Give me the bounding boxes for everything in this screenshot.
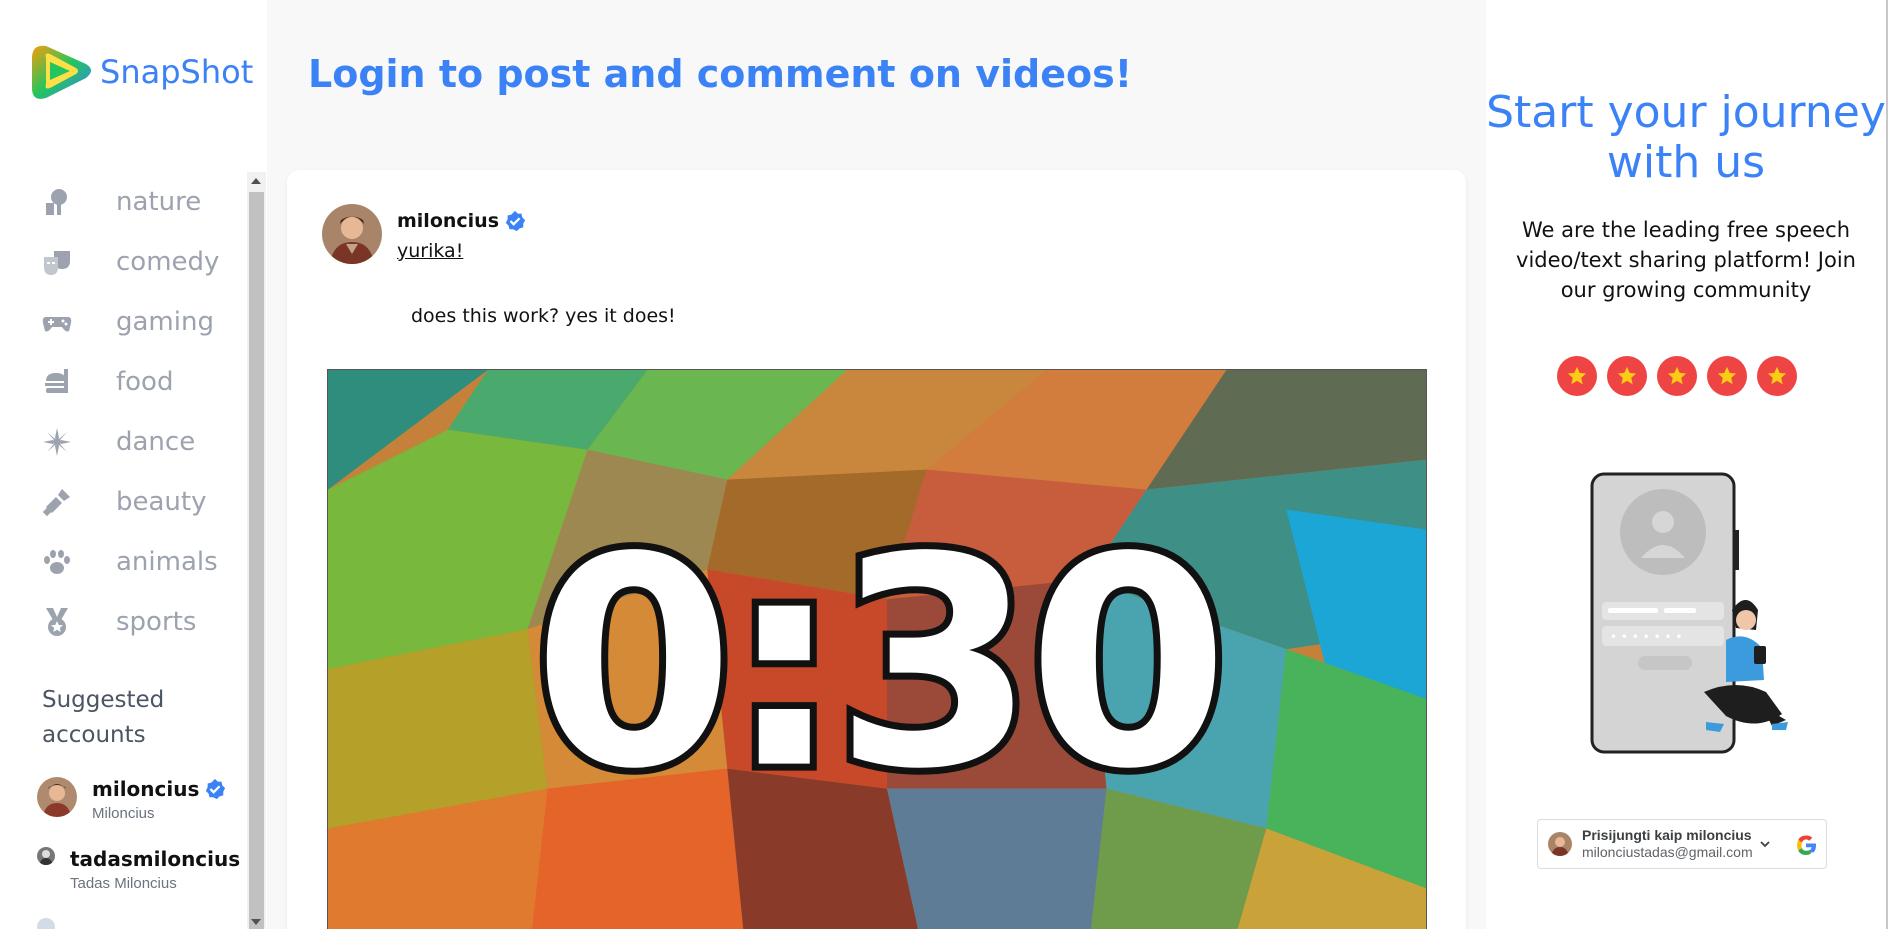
snapshot-logo-icon [32, 45, 91, 99]
rating-stars [1557, 356, 1807, 396]
tree-icon [46, 189, 67, 215]
google-signin-label: Prisijungti kaip miloncius [1582, 827, 1752, 843]
category-label: sports [116, 607, 197, 637]
google-account-avatar [1548, 832, 1572, 856]
phone-illustration: • • • • • • • [1590, 472, 1788, 754]
gamepad-icon [42, 317, 72, 332]
logo[interactable]: SnapShot [26, 36, 253, 108]
suggested-account-partial[interactable] [37, 918, 55, 929]
disco-ball-icon [43, 428, 71, 456]
category-dance[interactable]: dance [0, 412, 247, 472]
paw-icon [44, 550, 70, 574]
verified-badge-icon [206, 778, 226, 800]
account-display-name: Miloncius [92, 805, 155, 822]
account-display-name: Tadas Miloncius [70, 875, 177, 892]
category-gaming[interactable]: gaming [0, 292, 247, 352]
promo-title: Start your journey with us [1486, 87, 1886, 188]
scroll-thumb[interactable] [249, 192, 264, 929]
post-card: miloncius yurika! does this work? yes it… [287, 170, 1466, 929]
google-signin-email: milonciustadas@gmail.com [1582, 844, 1753, 860]
rating-star-icon [1707, 356, 1747, 396]
category-sports[interactable]: sports [0, 592, 247, 652]
category-animals[interactable]: animals [0, 532, 247, 592]
category-label: dance [116, 427, 196, 457]
post-topic-link[interactable]: yurika! [397, 240, 526, 262]
category-label: gaming [116, 307, 214, 337]
rating-star-icon [1557, 356, 1597, 396]
video-player[interactable]: 0:30 [327, 369, 1427, 929]
avatar [37, 777, 77, 817]
category-beauty[interactable]: beauty [0, 472, 247, 532]
google-signin-button[interactable]: Prisijungti kaip miloncius milonciustada… [1537, 819, 1827, 869]
google-logo-icon [1797, 835, 1816, 855]
category-label: beauty [116, 487, 207, 517]
promo-description: We are the leading free speech video/tex… [1516, 218, 1856, 302]
category-nature[interactable]: nature [0, 172, 247, 232]
scroll-down-arrow-icon[interactable] [251, 919, 261, 925]
avatar [37, 847, 55, 865]
video-frame: 0:30 [328, 370, 1426, 929]
promo-panel: Start your journey with us We are the le… [1486, 0, 1891, 929]
avatar [37, 918, 55, 929]
suggested-account[interactable]: miloncius Miloncius [37, 777, 226, 822]
lipstick-icon [42, 489, 70, 517]
chevron-down-icon[interactable] [1759, 838, 1771, 850]
category-label: comedy [116, 247, 220, 277]
scroll-up-arrow-icon[interactable] [251, 178, 261, 184]
theater-masks-icon [44, 251, 70, 275]
video-countdown-text: 0:30 [533, 497, 1221, 833]
post-header: miloncius yurika! [322, 204, 526, 264]
logo-text: SnapShot [100, 53, 254, 91]
burger-icon [45, 369, 68, 393]
verified-badge-icon [505, 210, 526, 232]
rating-star-icon [1607, 356, 1647, 396]
rating-star-icon [1657, 356, 1697, 396]
sidebar: SnapShot nature comedy gaming food dance… [0, 0, 267, 929]
sidebar-scrollbar[interactable] [247, 172, 266, 929]
login-prompt-title: Login to post and comment on videos! [308, 52, 1133, 96]
category-label: nature [116, 187, 202, 217]
post-caption: does this work? yes it does! [411, 305, 676, 327]
category-comedy[interactable]: comedy [0, 232, 247, 292]
post-username[interactable]: miloncius [397, 210, 499, 232]
suggested-accounts-title: Suggested accounts [42, 687, 165, 748]
window-edge [1886, 0, 1888, 929]
category-label: animals [116, 547, 218, 577]
account-username: miloncius [92, 777, 200, 801]
category-label: food [116, 367, 174, 397]
suggested-account[interactable]: tadasmiloncius Tadas Miloncius [37, 847, 267, 892]
post-avatar[interactable] [322, 204, 382, 264]
account-username: tadasmiloncius [70, 847, 241, 871]
category-food[interactable]: food [0, 352, 247, 412]
medal-icon [46, 608, 68, 636]
svg-text:• • • • • • •: • • • • • • • [1610, 630, 1682, 644]
rating-star-icon [1757, 356, 1797, 396]
